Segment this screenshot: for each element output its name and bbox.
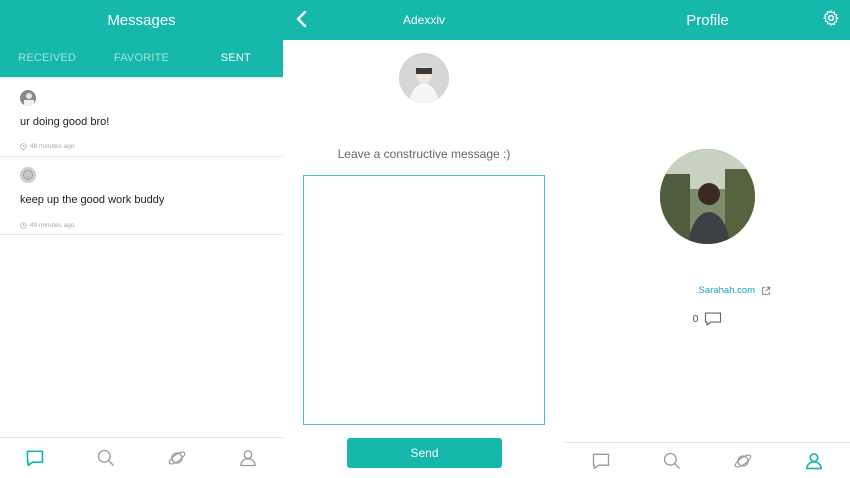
profile-site-link[interactable]: .Sarahah.com xyxy=(565,285,850,296)
send-button[interactable]: Send xyxy=(347,438,502,468)
comment-icon xyxy=(705,312,722,326)
avatar xyxy=(660,149,755,244)
user-icon[interactable] xyxy=(802,449,826,473)
clock-icon xyxy=(20,222,27,229)
tab-received[interactable]: RECEIVED xyxy=(0,40,94,77)
recipient-name: Adexxiv xyxy=(402,13,446,27)
planet-icon[interactable] xyxy=(731,449,755,473)
message-textarea[interactable] xyxy=(303,175,545,425)
messages-screen: Messages RECEIVED FAVORITE SENT ur doing… xyxy=(0,0,283,478)
avatar xyxy=(20,167,36,183)
messages-header: Messages xyxy=(0,0,283,40)
clock-icon xyxy=(20,143,27,150)
message-timestamp: 49 minutes ago xyxy=(20,222,74,229)
back-arrow-icon[interactable] xyxy=(293,9,311,29)
profile-header: Profile xyxy=(565,0,850,40)
chat-bubble-icon[interactable] xyxy=(23,446,47,470)
site-url: .Sarahah.com xyxy=(695,285,756,296)
avatar xyxy=(20,90,36,106)
tab-favorite[interactable]: FAVORITE xyxy=(94,40,188,77)
profile-screen: Profile .Sarahah.com 0 xyxy=(565,0,850,478)
message-tabs: RECEIVED FAVORITE SENT xyxy=(0,40,283,77)
message-timestamp: 48 minutes ago xyxy=(20,143,74,150)
chat-bubble-icon[interactable] xyxy=(589,449,613,473)
list-item[interactable]: keep up the good work buddy 49 minutes a… xyxy=(0,157,283,235)
search-icon[interactable] xyxy=(94,446,118,470)
external-link-icon xyxy=(762,286,771,295)
compose-header: Adexxiv xyxy=(283,0,565,40)
search-icon[interactable] xyxy=(660,449,684,473)
message-count: 0 xyxy=(565,311,850,327)
tab-sent[interactable]: SENT xyxy=(189,40,283,77)
planet-icon[interactable] xyxy=(165,446,189,470)
gear-icon[interactable] xyxy=(822,9,840,27)
page-title: Messages xyxy=(107,11,176,29)
timestamp-label: 49 minutes ago xyxy=(30,222,75,229)
timestamp-label: 48 minutes ago xyxy=(30,143,75,150)
bottom-nav xyxy=(0,437,283,478)
page-title: Profile xyxy=(686,11,729,29)
avatar xyxy=(399,53,449,103)
bottom-nav xyxy=(565,442,850,478)
message-text: keep up the good work buddy xyxy=(20,194,165,206)
user-icon[interactable] xyxy=(236,446,260,470)
compose-screen: Adexxiv Leave a constructive message :) … xyxy=(283,0,565,478)
compose-prompt: Leave a constructive message :) xyxy=(337,147,511,161)
message-count-value: 0 xyxy=(692,313,699,325)
message-text: ur doing good bro! xyxy=(20,116,110,128)
list-item[interactable]: ur doing good bro! 48 minutes ago xyxy=(0,78,283,157)
